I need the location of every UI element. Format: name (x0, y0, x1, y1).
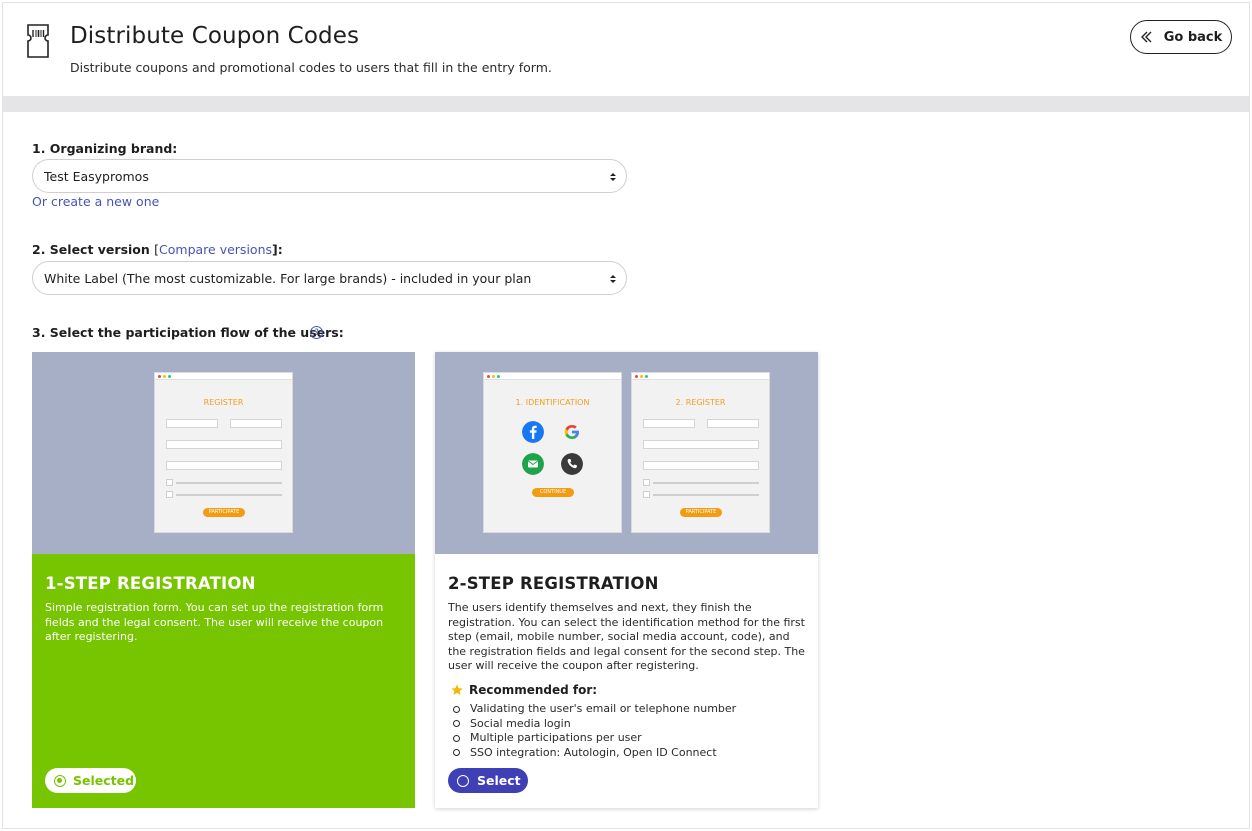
card-description: Simple registration form. You can set up… (45, 601, 384, 643)
identification-mockup: 1. IDENTIFICATION CONTINUE (483, 372, 622, 533)
go-back-label: Go back (1163, 29, 1223, 45)
compare-bracket-close: ]: (272, 242, 283, 257)
card-title: 1-STEP REGISTRATION (45, 574, 256, 593)
two-step-illustration: 1. IDENTIFICATION CONTINUE 2. REGISTER P… (435, 352, 818, 554)
mock-participate-button: PARTICIPATE (680, 508, 722, 517)
one-step-registration-card[interactable]: REGISTER PARTICIPATE 1-STEP REGISTRATION… (32, 352, 415, 808)
brand-select-value: Test Easypromos (44, 168, 149, 184)
brand-select[interactable]: Test Easypromos (32, 159, 627, 193)
radio-checked-icon (54, 774, 66, 787)
google-icon (564, 425, 579, 439)
phone-icon (561, 453, 583, 475)
recommended-list: Validating the user's email or telephone… (453, 702, 736, 760)
mock-register-title: REGISTER (203, 398, 244, 407)
list-item: Social media login (453, 717, 736, 732)
selected-button[interactable]: Selected (45, 768, 136, 793)
star-icon (451, 684, 463, 695)
list-item: SSO integration: Autologin, Open ID Conn… (453, 746, 736, 761)
one-step-illustration: REGISTER PARTICIPATE (32, 352, 415, 554)
double-chevron-left-icon (1140, 31, 1152, 43)
email-icon (522, 453, 544, 475)
two-step-registration-card[interactable]: 1. IDENTIFICATION CONTINUE 2. REGISTER P… (435, 352, 818, 808)
mock-continue-button: CONTINUE (532, 488, 574, 497)
page-header: Distribute Coupon Codes Distribute coupo… (3, 3, 1249, 96)
recommended-heading: Recommended for: (451, 683, 597, 697)
compare-versions-link[interactable]: Compare versions (159, 242, 272, 257)
page-frame: Distribute Coupon Codes Distribute coupo… (2, 2, 1250, 829)
page-title: Distribute Coupon Codes (70, 23, 360, 49)
go-back-button[interactable]: Go back (1130, 20, 1232, 54)
mock-participate-button: PARTICIPATE (203, 508, 245, 517)
mock-identification-title: 1. IDENTIFICATION (515, 398, 590, 407)
register-form-mockup: REGISTER PARTICIPATE (154, 372, 293, 533)
list-item: Multiple participations per user (453, 731, 736, 746)
version-select[interactable]: White Label (The most customizable. For … (32, 261, 627, 295)
flow-label: 3. Select the participation flow of the … (32, 325, 344, 340)
facebook-icon (522, 421, 544, 443)
mock-register-title: 2. REGISTER (675, 398, 726, 407)
version-select-value: White Label (The most customizable. For … (44, 270, 532, 286)
create-brand-link[interactable]: Or create a new one (32, 194, 159, 209)
page-subtitle: Distribute coupons and promotional codes… (70, 60, 552, 75)
question-circle-icon[interactable]: ? (310, 326, 323, 339)
radio-unchecked-icon (457, 774, 469, 787)
version-label: 2. Select version (32, 242, 150, 257)
header-divider (3, 96, 1249, 112)
version-label-row: 2. Select version [Compare versions]: (32, 242, 283, 257)
card-title: 2-STEP REGISTRATION (448, 574, 659, 593)
recommended-label: Recommended for: (469, 683, 598, 697)
card-description: The users identify themselves and next, … (448, 601, 805, 672)
brand-label: 1. Organizing brand: (32, 141, 178, 156)
select-caret-icon (610, 173, 616, 181)
select-button[interactable]: Select (448, 768, 528, 793)
select-caret-icon (610, 275, 616, 283)
select-button-label: Select (477, 773, 521, 788)
list-item: Validating the user's email or telephone… (453, 702, 736, 717)
register-form-mockup: 2. REGISTER PARTICIPATE (631, 372, 770, 533)
selected-button-label: Selected (73, 773, 135, 788)
coupon-ticket-icon (27, 24, 49, 58)
